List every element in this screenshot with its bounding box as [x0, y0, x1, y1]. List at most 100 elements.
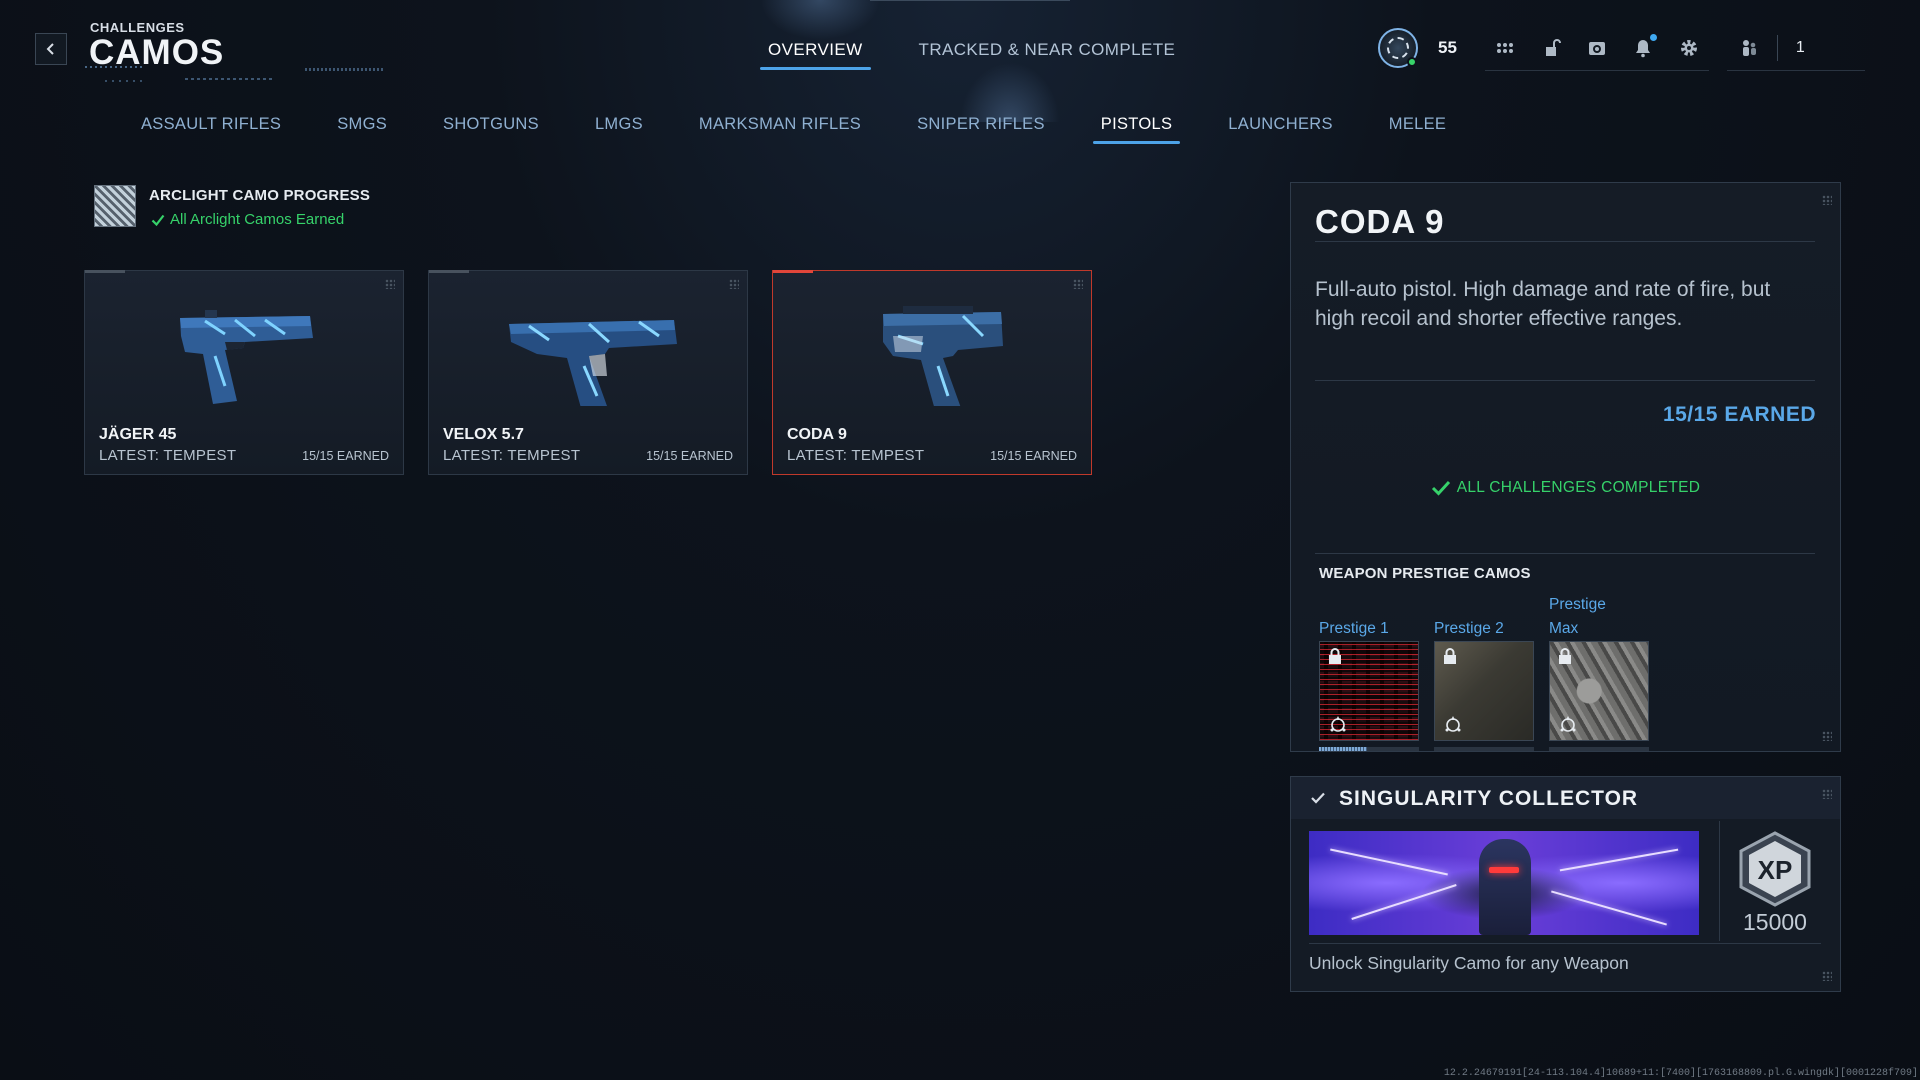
- pistol-image: [180, 310, 313, 404]
- card-accent: [85, 270, 125, 273]
- weapon-card-velox-57[interactable]: VELOX 5.7 LATEST: TEMPEST 15/15 EARNED: [428, 270, 748, 475]
- card-accent: [429, 270, 469, 273]
- weapon-name: VELOX 5.7: [443, 426, 524, 443]
- prestige-camo-tile[interactable]: [1549, 641, 1649, 741]
- detail-earned-count: 15/15 EARNED: [1662, 403, 1816, 426]
- tab-lmgs[interactable]: LMGS: [587, 113, 651, 144]
- tab-launchers[interactable]: LAUNCHERS: [1220, 113, 1340, 144]
- party-group: 1: [1726, 25, 1865, 71]
- divider: [1719, 821, 1720, 941]
- camera-icon[interactable]: [1587, 38, 1607, 58]
- online-status-indicator: [1407, 57, 1417, 67]
- divider: [1309, 943, 1821, 944]
- tab-melee[interactable]: MELEE: [1381, 113, 1454, 144]
- prestige-badge-icon: [1445, 716, 1461, 732]
- weapon-category-tabs: ASSAULT RIFLES SMGS SHOTGUNS LMGS MARKSM…: [133, 113, 1454, 144]
- weapon-latest-camo: LATEST: TEMPEST: [443, 447, 581, 464]
- grid-dots-icon: [385, 279, 395, 289]
- lock-icon: [1559, 648, 1571, 664]
- challenges-complete-text: ALL CHALLENGES COMPLETED: [1456, 479, 1701, 496]
- tab-shotguns[interactable]: SHOTGUNS: [435, 113, 547, 144]
- prestige-camo-tile[interactable]: [1434, 641, 1534, 741]
- checkmark-icon: [1431, 480, 1450, 496]
- lock-icon: [1444, 648, 1456, 664]
- weapon-detail-panel: CODA 9 Full-auto pistol. High damage and…: [1290, 182, 1841, 752]
- weapon-name: CODA 9: [787, 426, 847, 443]
- grid-dots-icon: [1073, 279, 1083, 289]
- top-divider: [870, 0, 1070, 1]
- player-hud: 55 1: [1378, 25, 1865, 71]
- level-badge-icon[interactable]: [1378, 28, 1418, 68]
- prestige-camo-2[interactable]: Prestige 2: [1434, 593, 1534, 751]
- prestige-camos-heading: WEAPON PRESTIGE CAMOS: [1319, 565, 1531, 582]
- singularity-description: Unlock Singularity Camo for any Weapon: [1309, 953, 1629, 973]
- pistol-image: [883, 306, 1003, 406]
- grid-dots-icon: [1822, 971, 1832, 981]
- prestige-label: Prestige 1: [1319, 620, 1389, 637]
- bell-icon[interactable]: [1633, 33, 1657, 58]
- singularity-collector-panel[interactable]: SINGULARITY COLLECTOR XP 15000 Unlock Si…: [1290, 776, 1841, 992]
- weapon-earned-count: 15/15 EARNED: [302, 449, 389, 463]
- card-accent: [773, 270, 813, 273]
- party-icon[interactable]: [1739, 38, 1759, 58]
- prestige-progress-bar: [1549, 747, 1649, 751]
- weapon-earned-count: 15/15 EARNED: [646, 449, 733, 463]
- tab-sniper-rifles[interactable]: SNIPER RIFLES: [909, 113, 1053, 144]
- weapon-latest-camo: LATEST: TEMPEST: [787, 447, 925, 464]
- tab-smgs[interactable]: SMGS: [329, 113, 395, 144]
- divider: [1315, 553, 1815, 554]
- prestige-camo-tile[interactable]: [1319, 641, 1419, 741]
- prestige-label: Prestige 2: [1434, 620, 1504, 637]
- divider: [1315, 241, 1815, 242]
- prestige-camo-1[interactable]: Prestige 1: [1319, 593, 1419, 751]
- grid-dots-icon: [1822, 731, 1832, 741]
- prestige-badge-icon: [1560, 716, 1576, 732]
- prestige-camo-max[interactable]: Prestige Max: [1549, 593, 1649, 751]
- tab-pistols[interactable]: PISTOLS: [1092, 113, 1181, 144]
- checkmark-icon: [1311, 792, 1325, 804]
- party-count: 1: [1795, 38, 1805, 56]
- hud-icon-group: [1484, 25, 1709, 71]
- pistol-image: [509, 320, 677, 406]
- apps-grid-icon[interactable]: [1495, 38, 1515, 58]
- challenges-complete-status: ALL CHALLENGES COMPLETED: [1291, 479, 1840, 497]
- prestige-badge-icon: [1330, 716, 1346, 732]
- gear-icon[interactable]: [1679, 38, 1699, 58]
- hud-separator: [1776, 34, 1778, 61]
- prestige-progress-fill: [1319, 747, 1367, 751]
- singularity-title: SINGULARITY COLLECTOR: [1339, 787, 1639, 810]
- tab-glow: [760, 0, 880, 40]
- weapon-earned-count: 15/15 EARNED: [990, 449, 1077, 463]
- prestige-label: Prestige Max: [1549, 596, 1606, 637]
- xp-badge-icon: XP: [1739, 831, 1811, 907]
- arclight-progress-status: All Arclight Camos Earned: [151, 211, 344, 228]
- arclight-status-text: All Arclight Camos Earned: [170, 211, 345, 228]
- prestige-progress-bar: [1319, 747, 1419, 751]
- player-level: 55: [1438, 38, 1457, 57]
- tab-assault-rifles[interactable]: ASSAULT RIFLES: [133, 113, 289, 144]
- unlock-icon[interactable]: [1541, 38, 1561, 58]
- weapon-name: JÄGER 45: [99, 426, 177, 443]
- build-version-string: 12.2.24679191[24-113.104.4]10689+11:[740…: [1443, 1068, 1918, 1079]
- tab-overview[interactable]: OVERVIEW: [760, 36, 871, 70]
- lock-icon: [1329, 648, 1341, 664]
- checkmark-icon: [151, 214, 165, 226]
- title-decoration: [85, 64, 390, 86]
- weapon-card-jager-45[interactable]: JÄGER 45 LATEST: TEMPEST 15/15 EARNED: [84, 270, 404, 475]
- grid-dots-icon: [1822, 789, 1832, 799]
- weapon-card-coda-9[interactable]: CODA 9 LATEST: TEMPEST 15/15 EARNED: [772, 270, 1092, 475]
- grid-dots-icon: [729, 279, 739, 289]
- arclight-progress-title: ARCLIGHT CAMO PROGRESS: [149, 187, 371, 204]
- prestige-progress-bar: [1434, 747, 1534, 751]
- xp-amount: 15000: [1743, 909, 1807, 935]
- arclight-camo-thumbnail: [94, 185, 136, 227]
- singularity-camo-image: [1309, 831, 1699, 935]
- tab-marksman-rifles[interactable]: MARKSMAN RIFLES: [691, 113, 869, 144]
- notification-dot: [1649, 33, 1657, 41]
- back-button[interactable]: [35, 33, 67, 65]
- chevron-left-icon: [46, 43, 54, 55]
- grid-dots-icon: [1822, 195, 1832, 205]
- detail-weapon-name: CODA 9: [1315, 203, 1445, 240]
- xp-label: XP: [1758, 855, 1793, 885]
- detail-description: Full-auto pistol. High damage and rate o…: [1315, 278, 1771, 330]
